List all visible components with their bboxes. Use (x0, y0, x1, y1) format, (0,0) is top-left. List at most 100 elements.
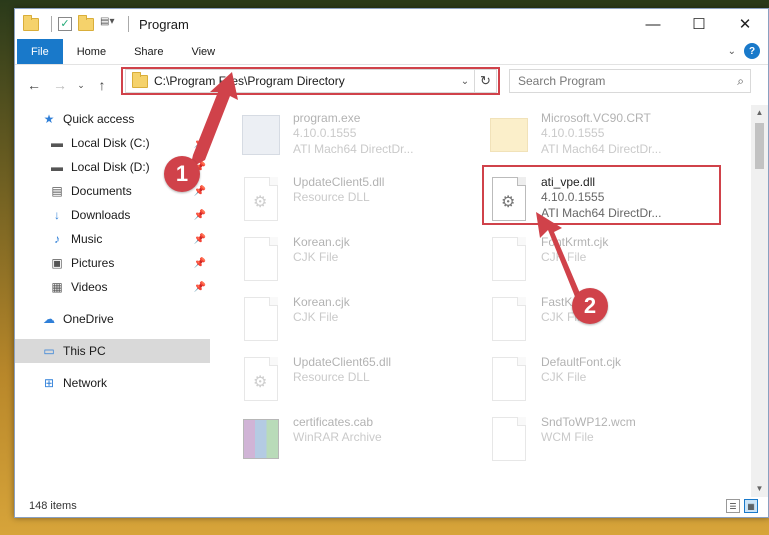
archive-file-icon (239, 413, 283, 465)
sidebar-item-label: Local Disk (C:) (71, 136, 150, 150)
sidebar-item-music[interactable]: ♪ Music 📌 (15, 227, 210, 251)
file-item[interactable]: ⚙ UpdateClient65.dll Resource DLL (239, 353, 479, 409)
pin-icon[interactable]: 📌 (194, 186, 206, 197)
file-name: DefaultFont.cjk (541, 355, 622, 369)
sidebar-item-downloads[interactable]: ↓ Downloads 📌 (15, 203, 210, 227)
dll-file-icon: ⚙ (239, 353, 283, 405)
sidebar-item-this-pc[interactable]: ▭ This PC (15, 339, 210, 363)
scroll-thumb[interactable] (755, 123, 764, 169)
sidebar-item-label: Music (71, 232, 103, 246)
file-name: UpdateClient5.dll (293, 175, 385, 189)
file-description: ATI Mach64 DirectDr... (541, 142, 662, 156)
back-button[interactable]: ← (23, 74, 45, 96)
sidebar-item-local-disk-c[interactable]: ▬ Local Disk (C:) 📌 (15, 131, 210, 155)
file-type: CJK File (293, 310, 339, 324)
file-item[interactable]: certificates.cab WinRAR Archive (239, 413, 479, 469)
file-name: certificates.cab (293, 415, 374, 429)
tiles-view-icon[interactable]: ▦ (744, 499, 758, 513)
file-icon (487, 413, 531, 465)
file-icon (487, 233, 531, 285)
properties-icon[interactable]: ✓ (58, 17, 72, 31)
window-title: Program (139, 16, 189, 32)
file-name: FontKrmt.cjk (541, 235, 609, 249)
dll-file-icon: ⚙ (239, 173, 283, 225)
file-name: UpdateClient65.dll (293, 355, 392, 369)
file-item[interactable]: program.exe 4.10.0.1555 ATI Mach64 Direc… (239, 109, 479, 165)
pin-icon[interactable]: 📌 (194, 282, 206, 293)
recent-locations-icon[interactable]: ⌄ (75, 74, 87, 96)
file-version: 4.10.0.1555 (293, 126, 357, 140)
sidebar-item-label: Quick access (63, 112, 135, 126)
minimize-button[interactable]: — (630, 9, 676, 39)
file-icon (487, 293, 531, 345)
file-item[interactable]: DefaultFont.cjk CJK File (487, 353, 727, 409)
sidebar-item-label: Videos (71, 280, 108, 294)
file-item[interactable]: Korean.cjk CJK File (239, 233, 479, 289)
sidebar-item-quick-access[interactable]: ★ Quick access (15, 107, 210, 131)
pin-icon[interactable]: 📌 (194, 210, 206, 221)
network-icon: ⊞ (43, 376, 55, 390)
drive-icon: ▬ (51, 136, 63, 150)
window-controls: — ☐ ✕ (630, 9, 768, 39)
file-description: ATI Mach64 DirectDr... (293, 142, 414, 156)
pictures-icon: ▣ (51, 256, 63, 270)
file-type: Resource DLL (293, 190, 370, 204)
sidebar-item-onedrive[interactable]: ☁ OneDrive (15, 307, 210, 331)
customize-toolbar-icon[interactable]: ▤▾ (100, 16, 116, 32)
file-highlight-box (482, 165, 721, 225)
details-view-icon[interactable]: ☰ (726, 499, 740, 513)
file-type: CJK File (541, 250, 587, 264)
sidebar-item-label: This PC (63, 344, 106, 358)
file-icon (487, 353, 531, 405)
file-item[interactable]: FontKrmt.cjk CJK File (487, 233, 727, 289)
file-name: SndToWP12.wcm (541, 415, 636, 429)
tab-home[interactable]: Home (63, 39, 120, 64)
file-explorer-window: ✓ ▤▾ Program — ☐ ✕ File Home Share View … (14, 8, 769, 518)
documents-icon: ▤ (51, 184, 63, 198)
vertical-scrollbar[interactable]: ▲ ▼ (751, 105, 768, 497)
search-input[interactable]: Search Program ⌕ (509, 69, 751, 93)
pin-icon[interactable]: 📌 (194, 234, 206, 245)
file-item[interactable]: Korean.cjk CJK File (239, 293, 479, 349)
file-version: 4.10.0.1555 (541, 126, 605, 140)
exe-file-icon (239, 109, 283, 161)
pin-icon[interactable]: 📌 (194, 258, 206, 269)
file-type: CJK File (293, 250, 339, 264)
view-buttons: ☰ ▦ (726, 499, 758, 513)
tab-share[interactable]: Share (120, 39, 177, 64)
sidebar-item-pictures[interactable]: ▣ Pictures 📌 (15, 251, 210, 275)
download-icon: ↓ (54, 208, 60, 222)
search-icon[interactable]: ⌕ (737, 74, 744, 89)
new-folder-icon[interactable] (78, 14, 94, 31)
file-type: WinRAR Archive (293, 430, 382, 444)
file-list: program.exe 4.10.0.1555 ATI Mach64 Direc… (225, 105, 745, 497)
help-icon[interactable]: ? (744, 43, 760, 59)
file-name: Microsoft.VC90.CRT (541, 111, 651, 125)
cloud-icon: ☁ (43, 312, 55, 326)
file-item[interactable]: ⚙ UpdateClient5.dll Resource DLL (239, 173, 479, 229)
sidebar-item-network[interactable]: ⊞ Network (15, 371, 210, 395)
file-type: Resource DLL (293, 370, 370, 384)
close-button[interactable]: ✕ (722, 9, 768, 39)
pin-icon[interactable]: 📌 (194, 138, 206, 149)
ribbon-tabs: File Home Share View ⌄ ? (15, 39, 768, 65)
maximize-button[interactable]: ☐ (676, 9, 722, 39)
forward-button[interactable]: → (49, 74, 71, 96)
folder-icon (23, 14, 39, 31)
file-item[interactable]: Microsoft.VC90.CRT 4.10.0.1555 ATI Mach6… (487, 109, 727, 165)
tab-view[interactable]: View (177, 39, 229, 64)
file-icon (239, 293, 283, 345)
sidebar-item-label: Local Disk (D:) (71, 160, 150, 174)
scroll-up-icon[interactable]: ▲ (751, 105, 768, 121)
file-type: CJK File (541, 370, 587, 384)
file-item[interactable]: SndToWP12.wcm WCM File (487, 413, 727, 469)
star-icon: ★ (43, 112, 55, 126)
tab-file[interactable]: File (17, 39, 63, 64)
sidebar-item-label: OneDrive (63, 312, 114, 326)
sidebar-item-videos[interactable]: ▦ Videos 📌 (15, 275, 210, 299)
file-name: Korean.cjk (293, 235, 350, 249)
item-count: 148 items (29, 500, 77, 512)
up-button[interactable]: ↑ (91, 74, 113, 96)
expand-ribbon-icon[interactable]: ⌄ (728, 46, 736, 57)
ribbon-right-controls: ⌄ ? (728, 43, 760, 59)
